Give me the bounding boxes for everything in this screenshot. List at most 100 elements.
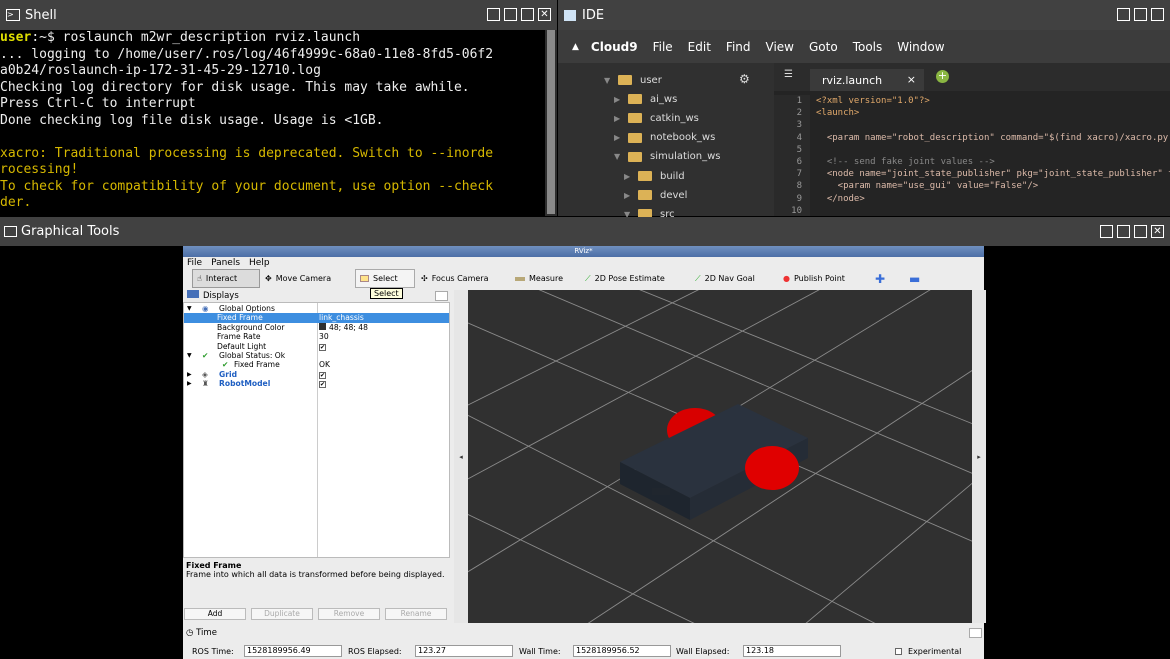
remove-tool-button[interactable]: ▬	[905, 269, 924, 288]
minimize-icon[interactable]	[1117, 225, 1130, 238]
tool-interact[interactable]: ☝ Interact	[192, 269, 260, 288]
checkbox[interactable]: ✔	[319, 343, 326, 351]
menu-tools[interactable]: Tools	[853, 40, 883, 54]
property-row[interactable]: ▼ ◉ Global Options	[184, 304, 449, 313]
tree-item[interactable]: ▶ devel	[624, 186, 687, 204]
ros-elapsed-field[interactable]: 123.27	[415, 645, 513, 657]
undock-button[interactable]	[435, 291, 448, 301]
shell-terminal[interactable]: user:~$ roslaunch m2wr_description rviz.…	[0, 30, 545, 216]
property-row[interactable]: ▶ ♜ RobotModel ✔	[184, 379, 449, 389]
property-row[interactable]: ✔ Fixed Frame OK	[184, 360, 449, 369]
restore-icon[interactable]	[1100, 225, 1113, 238]
tab-rviz-launch[interactable]: rviz.launch ×	[810, 69, 924, 91]
rviz-menu-file[interactable]: File	[187, 257, 202, 269]
experimental-checkbox[interactable]	[895, 648, 902, 655]
rviz-titlebar[interactable]: RViz*	[183, 246, 984, 257]
tree-item[interactable]: ▼ simulation_ws	[614, 148, 721, 166]
collapsed-arrow-icon[interactable]: ▶	[614, 114, 622, 123]
collapse-icon[interactable]: ▲	[572, 42, 579, 52]
tool-focus-camera[interactable]: ✣ Focus Camera	[417, 269, 493, 288]
property-row[interactable]: Background Color 48; 48; 48	[184, 322, 449, 332]
expanded-arrow-icon[interactable]: ▼	[614, 152, 622, 161]
minimize-icon[interactable]	[1134, 8, 1147, 21]
editor-tabs: ☰ rviz.launch × +	[774, 63, 1170, 91]
property-row[interactable]: Default Light ✔	[184, 342, 449, 351]
property-row[interactable]: Frame Rate 30	[184, 332, 449, 341]
collapsed-arrow-icon[interactable]: ▶	[187, 370, 192, 379]
property-row[interactable]: Fixed Frame link_chassis	[184, 313, 449, 323]
tree-item[interactable]: ▶ catkin_ws	[614, 109, 699, 127]
folder-icon	[628, 151, 642, 162]
render-viewport[interactable]	[468, 290, 972, 623]
shell-scrollbar[interactable]	[545, 30, 557, 216]
property-checkbox[interactable]: ✔	[319, 379, 326, 389]
collapsed-arrow-icon[interactable]: ▶	[614, 133, 622, 142]
collapsed-arrow-icon[interactable]: ▶	[624, 191, 632, 200]
tool-publish-point[interactable]: ● Publish Point	[779, 269, 849, 288]
maximize-icon[interactable]	[521, 8, 534, 21]
menu-file[interactable]: File	[653, 40, 673, 54]
rename-button[interactable]: Rename	[385, 608, 447, 620]
menu-edit[interactable]: Edit	[688, 40, 711, 54]
tool-move-camera[interactable]: ✥ Move Camera	[261, 269, 335, 288]
rviz-menu-panels[interactable]: Panels	[211, 257, 240, 269]
expanded-arrow-icon[interactable]: ▼	[187, 351, 192, 360]
checkbox[interactable]: ✔	[319, 381, 326, 389]
maximize-icon[interactable]	[1134, 225, 1147, 238]
desc-text: Frame into which all data is transformed…	[186, 570, 445, 579]
restore-icon[interactable]	[487, 8, 500, 21]
tool-2d-nav-goal[interactable]: ⟋ 2D Nav Goal	[691, 269, 759, 288]
property-row[interactable]: ▼ ✔ Global Status: Ok	[184, 351, 449, 360]
tool-2d-pose-estimate[interactable]: ⟋ 2D Pose Estimate	[581, 269, 669, 288]
rviz-menu-help[interactable]: Help	[249, 257, 270, 269]
wall-time-field[interactable]: 1528189956.52	[573, 645, 671, 657]
color-swatch[interactable]	[319, 322, 326, 330]
duplicate-button[interactable]: Duplicate	[251, 608, 313, 620]
tool-measure[interactable]: Measure	[511, 269, 567, 288]
property-value: 30	[319, 332, 329, 341]
remove-button[interactable]: Remove	[318, 608, 380, 620]
close-tab-icon[interactable]: ×	[907, 73, 916, 86]
code-content[interactable]: <?xml version="1.0"?> <launch> <param nam…	[816, 95, 1170, 216]
time-header: ◷ Time	[186, 628, 217, 638]
menu-find[interactable]: Find	[726, 40, 751, 54]
menu-view[interactable]: View	[766, 40, 794, 54]
left-collapse-arrow[interactable]: ◂	[454, 290, 468, 623]
property-checkbox[interactable]: ✔	[319, 342, 326, 351]
property-checkbox[interactable]: ✔	[319, 370, 326, 379]
add-tool-button[interactable]: ✚	[871, 269, 889, 288]
gear-icon[interactable]: ⚙	[739, 72, 750, 86]
expanded-arrow-icon[interactable]: ▼	[604, 76, 612, 85]
time-undock[interactable]	[969, 628, 982, 638]
tree-item[interactable]: ▶ build	[624, 167, 685, 185]
graphical-titlebar[interactable]: Graphical Tools ✕	[0, 217, 1170, 246]
expanded-arrow-icon[interactable]: ▼	[187, 304, 192, 313]
code-editor[interactable]: ☰ rviz.launch × + 1 2 3 4 5 6 7 8 9 10 <?xml vers…	[774, 63, 1170, 216]
add-tab-icon[interactable]: +	[936, 70, 949, 83]
tree-item[interactable]: ▼ user	[604, 71, 662, 89]
menu-goto[interactable]: Goto	[809, 40, 838, 54]
collapsed-arrow-icon[interactable]: ▶	[187, 379, 192, 388]
collapsed-arrow-icon[interactable]: ▶	[624, 172, 632, 181]
tool-select[interactable]: Select	[355, 269, 415, 288]
file-list-icon[interactable]: ☰	[784, 69, 793, 80]
shell-scroll-thumb[interactable]	[547, 30, 555, 214]
close-icon[interactable]: ✕	[1151, 225, 1164, 238]
add-button[interactable]: Add	[184, 608, 246, 620]
close-icon[interactable]: ✕	[538, 8, 551, 21]
shell-titlebar[interactable]: > Shell ✕	[0, 0, 557, 30]
menu-cloud9[interactable]: Cloud9	[591, 40, 638, 54]
minimize-icon[interactable]	[504, 8, 517, 21]
ide-titlebar[interactable]: IDE	[558, 0, 1170, 30]
tree-item[interactable]: ▶ notebook_ws	[614, 129, 715, 147]
wall-elapsed-field[interactable]: 123.18	[743, 645, 841, 657]
ros-time-field[interactable]: 1528189956.49	[244, 645, 342, 657]
restore-icon[interactable]	[1117, 8, 1130, 21]
maximize-icon[interactable]	[1151, 8, 1164, 21]
tree-item[interactable]: ▶ ai_ws	[614, 90, 677, 108]
checkbox[interactable]: ✔	[319, 371, 326, 379]
property-row[interactable]: ▶ ◈ Grid ✔	[184, 370, 449, 379]
menu-window[interactable]: Window	[897, 40, 944, 54]
right-collapse-arrow[interactable]: ▸	[972, 290, 986, 623]
collapsed-arrow-icon[interactable]: ▶	[614, 95, 622, 104]
